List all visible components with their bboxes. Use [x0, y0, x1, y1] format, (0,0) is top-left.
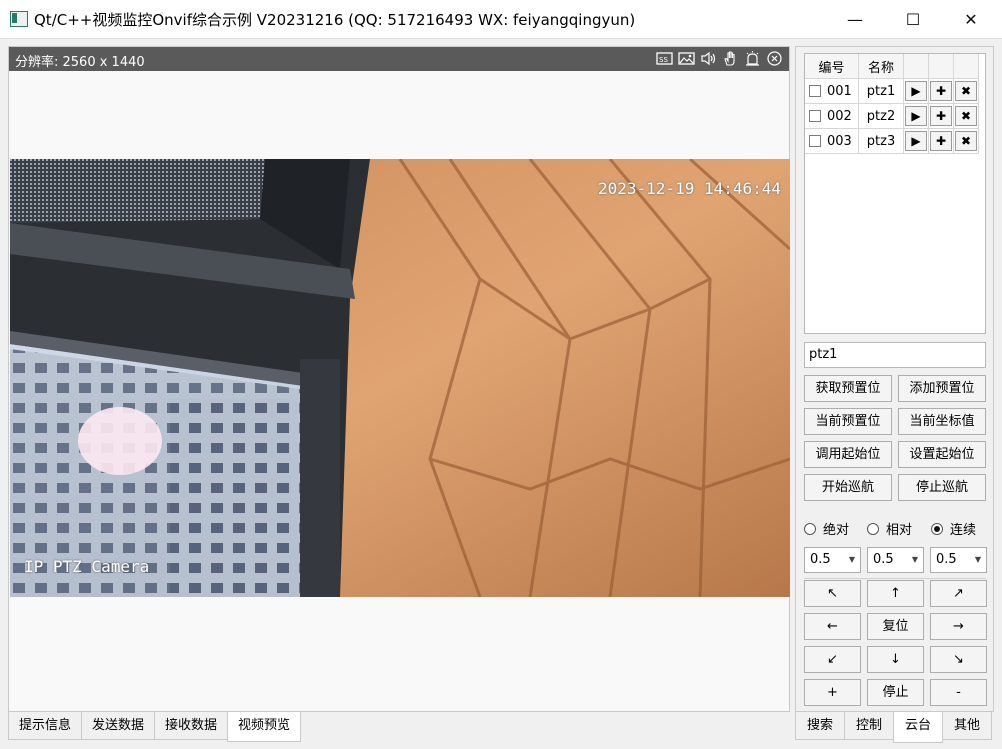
delete-button[interactable]: ✖ [955, 81, 977, 101]
tab-send-data[interactable]: 发送数据 [81, 712, 156, 740]
row-name: ptz1 [859, 79, 904, 104]
video-panel: 分辨率: 2560 x 1440 SS 2023-12-19 14:46:44 … [8, 46, 790, 712]
resolution-label: 分辨率: 2560 x 1440 [15, 55, 145, 70]
play-button[interactable]: ▶ [905, 131, 927, 151]
radio-relative[interactable]: 相对 [867, 519, 912, 538]
chevron-down-icon: ▼ [974, 555, 981, 564]
add-button[interactable]: ✚ [930, 106, 952, 126]
video-header-bar: 分辨率: 2560 x 1440 SS [9, 47, 789, 71]
ptz-name-input[interactable]: ptz1 [804, 342, 986, 368]
title-bar: Qt/C++视频监控Onvif综合示例 V20231216 (QQ: 51721… [0, 0, 1002, 39]
move-down-left-button[interactable]: ↙ [804, 646, 861, 673]
volume-icon[interactable] [700, 50, 717, 67]
window-title: Qt/C++视频监控Onvif综合示例 V20231216 (QQ: 51721… [34, 11, 636, 29]
row-id: 001 [827, 83, 852, 99]
row-id: 003 [827, 133, 852, 149]
bottom-tab-bar: 提示信息 发送数据 接收数据 视频预览 [8, 712, 302, 742]
move-mode-group: 绝对 相对 连续 [804, 519, 986, 538]
divider [804, 578, 986, 579]
speed-combo-3[interactable]: 0.5 ▼ [930, 547, 987, 573]
camera-video-frame[interactable]: 2023-12-19 14:46:44 IP PTZ Camera [10, 159, 790, 597]
play-button[interactable]: ▶ [905, 106, 927, 126]
minimize-button[interactable]: — [826, 0, 884, 38]
osd-timestamp: 2023-12-19 14:46:44 [598, 179, 782, 198]
tab-ptz[interactable]: 云台 [893, 712, 944, 743]
close-circle-icon[interactable] [766, 50, 783, 67]
row-checkbox[interactable] [809, 85, 821, 97]
reset-button[interactable]: 复位 [867, 613, 924, 640]
table-header: 编号 名称 [805, 54, 985, 79]
speed-combo-2[interactable]: 0.5 ▼ [867, 547, 924, 573]
move-up-left-button[interactable]: ↖ [804, 580, 861, 607]
close-button[interactable]: ✕ [942, 0, 1000, 38]
row-name: ptz3 [859, 129, 904, 154]
stop-tour-button[interactable]: 停止巡航 [898, 474, 986, 501]
maximize-button[interactable]: ☐ [884, 0, 942, 38]
goto-home-button[interactable]: 调用起始位 [804, 441, 892, 468]
row-checkbox[interactable] [809, 110, 821, 122]
radio-continuous[interactable]: 连续 [931, 519, 976, 538]
add-button[interactable]: ✚ [930, 131, 952, 151]
alarm-icon[interactable] [744, 50, 761, 67]
table-row[interactable]: 003 ptz3 ▶ ✚ ✖ [805, 129, 985, 154]
delete-button[interactable]: ✖ [955, 131, 977, 151]
tab-other[interactable]: 其他 [942, 712, 993, 740]
set-home-button[interactable]: 设置起始位 [898, 441, 986, 468]
stop-button[interactable]: 停止 [867, 679, 924, 706]
start-tour-button[interactable]: 开始巡航 [804, 474, 892, 501]
zoom-out-button[interactable]: - [930, 679, 987, 706]
zoom-in-button[interactable]: + [804, 679, 861, 706]
table-row[interactable]: 001 ptz1 ▶ ✚ ✖ [805, 79, 985, 104]
get-presets-button[interactable]: 获取预置位 [804, 375, 892, 402]
hand-icon[interactable] [722, 50, 739, 67]
tab-receive-data[interactable]: 接收数据 [154, 712, 229, 740]
ptz-control-panel: 编号 名称 001 ptz1 ▶ ✚ ✖ 002 ptz2 ▶ ✚ ✖ 003 … [795, 46, 994, 712]
table-row[interactable]: 002 ptz2 ▶ ✚ ✖ [805, 104, 985, 129]
image-icon[interactable] [678, 50, 695, 67]
move-right-button[interactable]: → [930, 613, 987, 640]
tab-control[interactable]: 控制 [844, 712, 895, 740]
right-tab-bar: 搜索 控制 云台 其他 [795, 712, 993, 743]
move-up-right-button[interactable]: ↗ [930, 580, 987, 607]
current-preset-button[interactable]: 当前预置位 [804, 408, 892, 435]
tab-search[interactable]: 搜索 [795, 712, 846, 740]
delete-button[interactable]: ✖ [955, 106, 977, 126]
play-button[interactable]: ▶ [905, 81, 927, 101]
radio-absolute[interactable]: 绝对 [804, 519, 849, 538]
tab-video-preview[interactable]: 视频预览 [227, 712, 302, 742]
speed-combo-1[interactable]: 0.5 ▼ [804, 547, 861, 573]
add-preset-button[interactable]: 添加预置位 [898, 375, 986, 402]
tab-info[interactable]: 提示信息 [8, 712, 83, 740]
current-coordinates-button[interactable]: 当前坐标值 [898, 408, 986, 435]
app-icon [10, 11, 28, 27]
row-id: 002 [827, 108, 852, 124]
row-checkbox[interactable] [809, 135, 821, 147]
move-down-button[interactable]: ↓ [867, 646, 924, 673]
ptz-table: 编号 名称 001 ptz1 ▶ ✚ ✖ 002 ptz2 ▶ ✚ ✖ 003 … [804, 53, 986, 334]
chevron-down-icon: ▼ [911, 555, 918, 564]
header-id[interactable]: 编号 [805, 54, 859, 79]
svg-text:SS: SS [659, 56, 668, 64]
add-button[interactable]: ✚ [930, 81, 952, 101]
osd-camera-name: IP PTZ Camera [24, 557, 150, 576]
move-down-right-button[interactable]: ↘ [930, 646, 987, 673]
screenshot-icon[interactable]: SS [656, 50, 673, 67]
chevron-down-icon: ▼ [848, 555, 855, 564]
header-name[interactable]: 名称 [859, 54, 904, 79]
row-name: ptz2 [859, 104, 904, 129]
move-up-button[interactable]: ↑ [867, 580, 924, 607]
move-left-button[interactable]: ← [804, 613, 861, 640]
